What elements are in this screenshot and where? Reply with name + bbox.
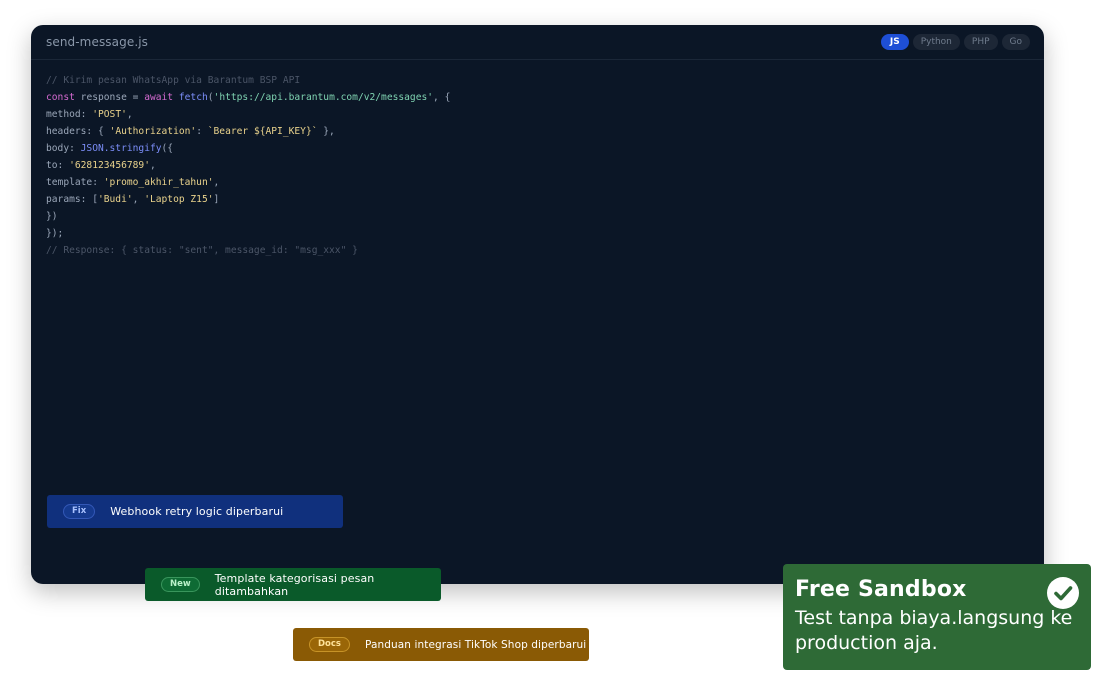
code-token: await xyxy=(144,92,174,103)
code-line: // Response: { status: "sent", message_i… xyxy=(46,242,1029,259)
tab-js[interactable]: JS xyxy=(880,34,909,50)
code-line: template: 'promo_akhir_tahun', xyxy=(46,174,1029,191)
changelog-fix-text: Webhook retry logic diperbarui xyxy=(110,505,284,518)
code-token: : xyxy=(196,126,208,137)
code-token: JSON.stringify xyxy=(80,143,162,154)
code-token: // Response: { status: "sent", message_i… xyxy=(46,245,358,256)
changelog-docs: Docs Panduan integrasi TikTok Shop diper… xyxy=(293,628,589,661)
code-token: '628123456789' xyxy=(69,160,150,171)
code-token: ] xyxy=(213,194,220,205)
fix-badge: Fix xyxy=(63,504,96,519)
code-token: 'Authorization' xyxy=(109,126,197,137)
stage: send-message.js JS Python PHP Go // Kiri… xyxy=(0,0,1120,700)
code-token: }, xyxy=(317,126,335,137)
code-token: , xyxy=(149,160,156,171)
code-line: to: '628123456789', xyxy=(46,157,1029,174)
check-circle-icon xyxy=(1047,577,1079,609)
code-token: // Kirim pesan WhatsApp via Barantum BSP… xyxy=(46,75,301,86)
tab-go[interactable]: Go xyxy=(1001,34,1030,50)
language-tabs: JS Python PHP Go xyxy=(880,34,1030,50)
code-token: 'Laptop Z15' xyxy=(144,194,214,205)
tab-php[interactable]: PHP xyxy=(963,34,998,50)
new-badge: New xyxy=(161,577,200,592)
code-token: response = xyxy=(74,92,145,103)
code-token: template: xyxy=(46,177,104,188)
code-token: 'POST' xyxy=(92,109,127,120)
changelog-docs-text: Panduan integrasi TikTok Shop diperbarui xyxy=(365,638,587,651)
code-token: 'Budi' xyxy=(97,194,133,205)
sandbox-title: Free Sandbox xyxy=(795,577,967,602)
code-line: }); xyxy=(46,225,1029,242)
code-line: // Kirim pesan WhatsApp via Barantum BSP… xyxy=(46,72,1029,89)
code-token: body: xyxy=(46,143,81,154)
code-token: , xyxy=(132,194,145,205)
code-token: params: [ xyxy=(46,194,98,205)
code-token: }) xyxy=(46,211,58,222)
code-line: const response = await fetch('https://ap… xyxy=(46,89,1029,106)
code-token: const xyxy=(46,92,75,103)
code-token: }); xyxy=(46,228,64,239)
code-line: method: 'POST', xyxy=(46,106,1029,123)
code-header: send-message.js JS Python PHP Go xyxy=(31,25,1044,60)
changelog-new: New Template kategorisasi pesan ditambah… xyxy=(145,568,441,601)
code-token: headers: { xyxy=(46,126,110,137)
docs-badge: Docs xyxy=(309,637,350,652)
sandbox-card: Free Sandbox Test tanpa biaya.langsung k… xyxy=(783,564,1091,670)
code-line: params: ['Budi', 'Laptop Z15'] xyxy=(46,191,1029,208)
code-line: }) xyxy=(46,208,1029,225)
code-token: , xyxy=(213,177,220,188)
code-token: , xyxy=(126,109,133,120)
code-token: `Bearer ${API_KEY}` xyxy=(207,126,318,137)
changelog-fix: Fix Webhook retry logic diperbarui xyxy=(47,495,343,528)
code-token: , { xyxy=(433,92,451,103)
code-token: 'promo_akhir_tahun' xyxy=(103,177,214,188)
tab-python[interactable]: Python xyxy=(912,34,960,50)
code-line: body: JSON.stringify({ xyxy=(46,140,1029,157)
sandbox-description: Test tanpa biaya.langsung ke production … xyxy=(795,607,1073,654)
code-token: fetch xyxy=(178,92,208,103)
code-body: // Kirim pesan WhatsApp via Barantum BSP… xyxy=(31,60,1044,259)
code-token: 'https://api.barantum.com/v2/messages' xyxy=(213,92,434,103)
code-token: to: xyxy=(46,160,70,171)
code-token: ({ xyxy=(161,143,174,154)
file-name: send-message.js xyxy=(46,35,149,49)
code-token: method: xyxy=(46,109,93,120)
code-line: headers: { 'Authorization': `Bearer ${AP… xyxy=(46,123,1029,140)
changelog-new-text: Template kategorisasi pesan ditambahkan xyxy=(214,571,375,598)
